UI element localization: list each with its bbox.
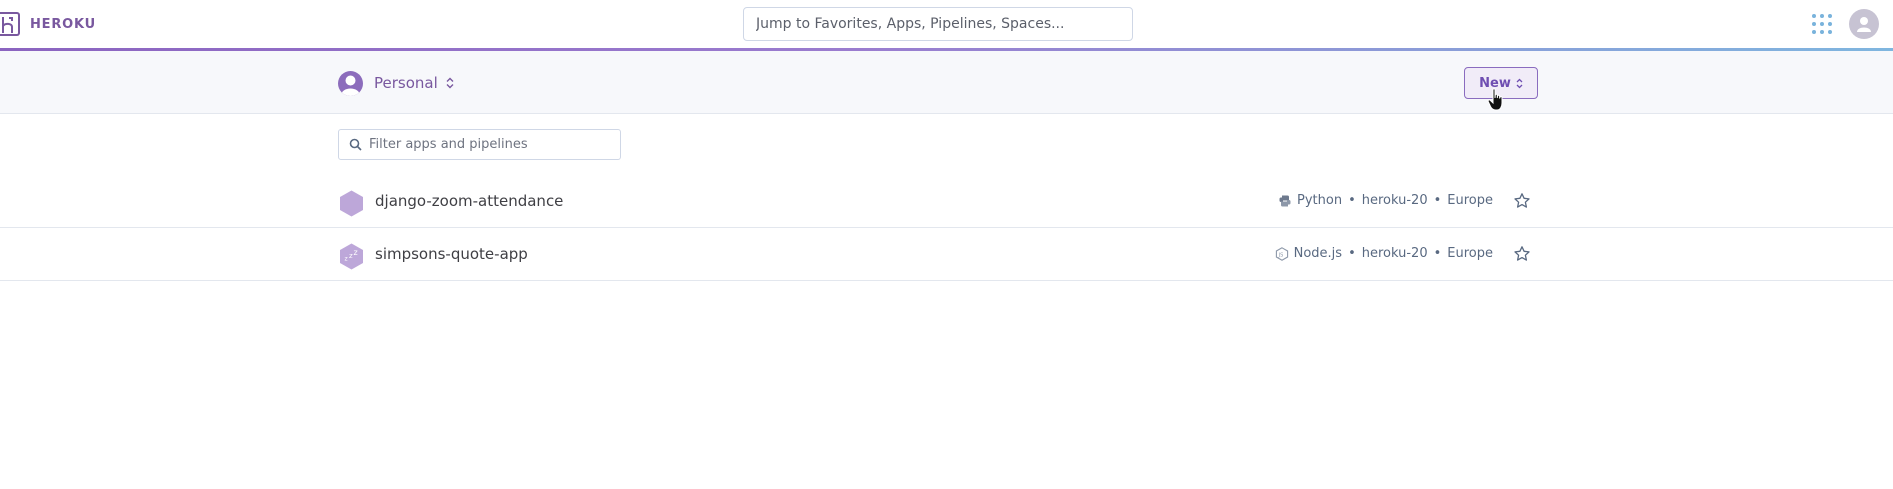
- app-meta: JS Node.js • heroku-20 • Europe: [1275, 246, 1493, 262]
- personal-account-icon: [338, 70, 363, 96]
- svg-text:JS: JS: [1277, 252, 1283, 258]
- app-sleeping-icon: z z z: [340, 243, 363, 270]
- app-stack: heroku-20: [1361, 246, 1428, 261]
- chevron-up-down-icon: [1516, 78, 1523, 89]
- user-avatar-icon: [1857, 17, 1871, 32]
- app-name[interactable]: django-zoom-attendance: [375, 191, 563, 211]
- python-icon: [1278, 194, 1292, 208]
- meta-separator: •: [1433, 246, 1442, 261]
- app-list-item[interactable]: django-zoom-attendance Python • heroku-2…: [0, 175, 1893, 228]
- svg-text:z: z: [349, 252, 353, 260]
- global-search-input[interactable]: [743, 7, 1133, 41]
- app-stack: heroku-20: [1361, 193, 1428, 208]
- account-bar: Personal New: [0, 51, 1893, 114]
- favorite-star-icon[interactable]: [1513, 192, 1531, 210]
- app-language: Node.js: [1293, 246, 1343, 261]
- nodejs-icon: JS: [1275, 247, 1289, 261]
- svg-text:z: z: [345, 256, 348, 263]
- app-list-item[interactable]: z z z simpsons-quote-app JS Node.js • he…: [0, 228, 1893, 281]
- app-region: Europe: [1447, 246, 1493, 261]
- svg-text:z: z: [354, 248, 358, 257]
- hand-pointer-cursor-icon: [1487, 88, 1503, 111]
- app-name[interactable]: simpsons-quote-app: [375, 244, 528, 264]
- filter-apps-input[interactable]: [338, 129, 621, 160]
- favorite-star-icon[interactable]: [1513, 245, 1531, 263]
- heroku-logo-icon: [0, 12, 20, 36]
- filter-box: [338, 129, 621, 160]
- search-icon: [349, 138, 362, 151]
- user-avatar[interactable]: [1849, 9, 1879, 39]
- meta-separator: •: [1348, 193, 1356, 208]
- app-meta: Python • heroku-20 • Europe: [1278, 193, 1493, 209]
- app-hexagon-icon: [340, 190, 363, 217]
- chevron-up-down-icon: [446, 77, 454, 89]
- account-switcher[interactable]: Personal: [338, 70, 454, 96]
- app-region: Europe: [1447, 193, 1493, 208]
- top-navigation-bar: HEROKU: [0, 0, 1893, 48]
- heroku-logo[interactable]: HEROKU: [0, 12, 96, 36]
- meta-separator: •: [1433, 193, 1442, 208]
- app-language: Python: [1297, 193, 1343, 208]
- account-label: Personal: [374, 74, 438, 92]
- logo-wordmark: HEROKU: [30, 16, 97, 32]
- meta-separator: •: [1348, 246, 1356, 261]
- apps-grid-icon[interactable]: [1812, 14, 1832, 34]
